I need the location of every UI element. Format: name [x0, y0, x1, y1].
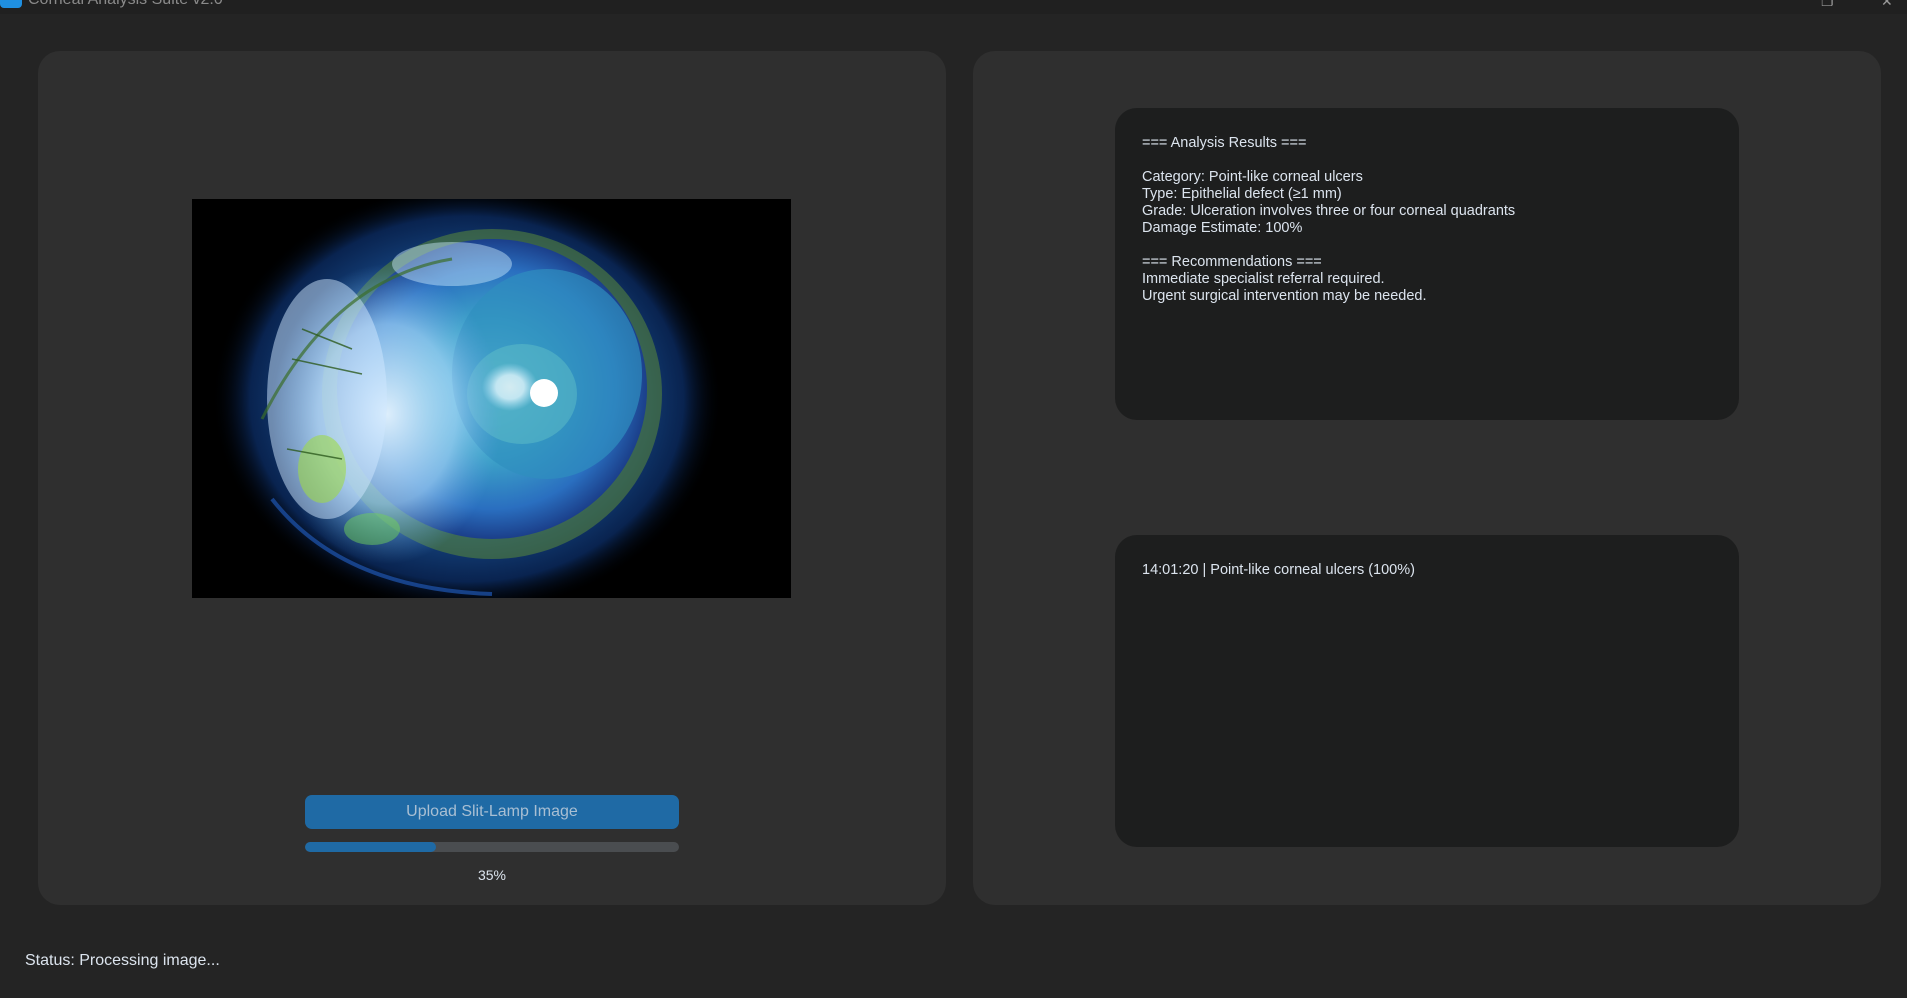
progress-bar [305, 842, 679, 852]
upload-image-button[interactable]: Upload Slit-Lamp Image [305, 795, 679, 829]
title-bar: Corneal Analysis Suite v2.0 ❐ ✕ [0, 0, 1907, 14]
restore-icon[interactable]: ❐ [1821, 0, 1834, 8]
history-log-textbox[interactable]: 14:01:20 | Point-like corneal ulcers (10… [1115, 535, 1739, 847]
app-icon [0, 0, 22, 8]
window-title: Corneal Analysis Suite v2.0 [28, 0, 223, 9]
slit-lamp-image [192, 199, 791, 598]
eye-image-graphic [192, 199, 791, 598]
results-panel: === Analysis Results === Category: Point… [973, 51, 1881, 905]
progress-label: 35% [477, 867, 507, 883]
status-bar-text: Status: Processing image... [25, 952, 220, 969]
analysis-results-textbox[interactable]: === Analysis Results === Category: Point… [1115, 108, 1739, 420]
image-panel: Upload Slit-Lamp Image 35% [38, 51, 946, 905]
close-icon[interactable]: ✕ [1881, 0, 1893, 8]
progress-bar-fill [305, 842, 436, 852]
